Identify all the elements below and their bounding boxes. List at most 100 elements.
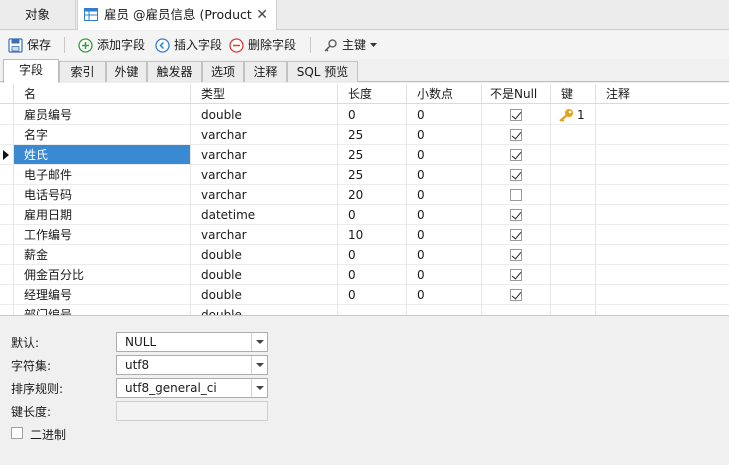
cell-type[interactable]: varchar <box>191 185 338 205</box>
cell-decimals[interactable]: 0 <box>407 165 482 185</box>
cell-decimals[interactable]: 0 <box>407 285 482 305</box>
chevron-down-icon[interactable] <box>251 379 267 397</box>
cell-length[interactable]: 0 <box>338 265 407 285</box>
cell-name[interactable]: 电话号码 <box>14 185 191 205</box>
column-header-key[interactable]: 键 <box>551 84 596 104</box>
cell-comment[interactable] <box>596 165 729 185</box>
cell-name[interactable]: 经理编号 <box>14 285 191 305</box>
save-button[interactable]: 保存 <box>8 35 51 55</box>
cell-name[interactable]: 部门编号 <box>14 305 191 315</box>
table-row[interactable]: 部门编号 double <box>0 305 729 315</box>
cell-length[interactable]: 25 <box>338 145 407 165</box>
cell-length[interactable]: 10 <box>338 225 407 245</box>
cell-comment[interactable] <box>596 285 729 305</box>
cell-decimals[interactable] <box>407 305 482 315</box>
cell-type[interactable]: varchar <box>191 225 338 245</box>
tab-fields[interactable]: 字段 <box>3 59 59 83</box>
cell-type[interactable]: double <box>191 105 338 125</box>
collation-combobox[interactable]: utf8_general_ci <box>116 378 268 398</box>
cell-key[interactable] <box>551 145 596 165</box>
binary-checkbox[interactable] <box>11 427 23 439</box>
cell-type[interactable]: double <box>191 265 338 285</box>
chevron-down-icon[interactable] <box>251 356 267 374</box>
cell-key[interactable] <box>551 285 596 305</box>
cell-decimals[interactable]: 0 <box>407 145 482 165</box>
column-header-length[interactable]: 长度 <box>338 84 407 104</box>
cell-comment[interactable] <box>596 245 729 265</box>
cell-comment[interactable] <box>596 305 729 315</box>
cell-comment[interactable] <box>596 205 729 225</box>
cell-decimals[interactable]: 0 <box>407 265 482 285</box>
cell-decimals[interactable]: 0 <box>407 125 482 145</box>
primary-key-button[interactable]: 主键 <box>323 35 378 55</box>
cell-comment[interactable] <box>596 225 729 245</box>
cell-type[interactable]: double <box>191 245 338 265</box>
cell-name[interactable]: 名字 <box>14 125 191 145</box>
not-null-checkbox[interactable] <box>510 229 522 241</box>
cell-key[interactable] <box>551 205 596 225</box>
cell-key[interactable] <box>551 125 596 145</box>
cell-name[interactable]: 姓氏 <box>14 145 191 165</box>
column-header-not-null[interactable]: 不是Null <box>482 84 551 104</box>
column-header-name[interactable]: 名 <box>14 84 191 104</box>
cell-decimals[interactable]: 0 <box>407 105 482 125</box>
add-field-button[interactable]: 添加字段 <box>78 35 145 55</box>
cell-decimals[interactable]: 0 <box>407 245 482 265</box>
tab-sql-preview[interactable]: SQL 预览 <box>287 61 358 82</box>
table-row[interactable]: 雇员编号 double 0 0 1 <box>0 105 729 125</box>
cell-key[interactable] <box>551 305 596 315</box>
cell-name[interactable]: 工作编号 <box>14 225 191 245</box>
table-row[interactable]: 经理编号 double 0 0 <box>0 285 729 305</box>
table-row[interactable]: 电话号码 varchar 20 0 <box>0 185 729 205</box>
cell-length[interactable]: 25 <box>338 125 407 145</box>
charset-combobox[interactable]: utf8 <box>116 355 268 375</box>
tab-indexes[interactable]: 索引 <box>59 61 106 82</box>
cell-decimals[interactable]: 0 <box>407 205 482 225</box>
cell-type[interactable]: varchar <box>191 165 338 185</box>
column-header-decimals[interactable]: 小数点 <box>407 84 482 104</box>
tab-triggers[interactable]: 触发器 <box>147 61 202 82</box>
cell-key[interactable] <box>551 245 596 265</box>
cell-comment[interactable] <box>596 185 729 205</box>
cell-length[interactable]: 20 <box>338 185 407 205</box>
table-row[interactable]: 工作编号 varchar 10 0 <box>0 225 729 245</box>
cell-length[interactable]: 0 <box>338 245 407 265</box>
cell-length[interactable]: 0 <box>338 205 407 225</box>
not-null-checkbox[interactable] <box>510 269 522 281</box>
not-null-checkbox[interactable] <box>510 189 522 201</box>
default-combobox[interactable]: NULL <box>116 332 268 352</box>
not-null-checkbox[interactable] <box>510 129 522 141</box>
table-row[interactable]: 雇用日期 datetime 0 0 <box>0 205 729 225</box>
cell-length[interactable]: 0 <box>338 285 407 305</box>
cell-type[interactable]: varchar <box>191 125 338 145</box>
not-null-checkbox[interactable] <box>510 249 522 261</box>
cell-key[interactable] <box>551 165 596 185</box>
cell-key[interactable] <box>551 225 596 245</box>
table-row[interactable]: 薪金 double 0 0 <box>0 245 729 265</box>
column-header-comment[interactable]: 注释 <box>596 84 729 104</box>
not-null-checkbox[interactable] <box>510 149 522 161</box>
table-row[interactable]: 电子邮件 varchar 25 0 <box>0 165 729 185</box>
tab-objects[interactable]: 对象 <box>0 0 76 30</box>
not-null-checkbox[interactable] <box>510 109 522 121</box>
table-row[interactable]: 佣金百分比 double 0 0 <box>0 265 729 285</box>
insert-field-button[interactable]: 插入字段 <box>155 35 222 55</box>
table-row[interactable]: 姓氏 varchar 25 0 <box>0 145 729 165</box>
cell-key[interactable] <box>551 185 596 205</box>
cell-type[interactable]: double <box>191 305 338 315</box>
tab-foreign-keys[interactable]: 外键 <box>106 61 147 82</box>
cell-name[interactable]: 电子邮件 <box>14 165 191 185</box>
cell-length[interactable]: 0 <box>338 105 407 125</box>
cell-name[interactable]: 雇用日期 <box>14 205 191 225</box>
not-null-checkbox[interactable] <box>510 209 522 221</box>
cell-decimals[interactable]: 0 <box>407 185 482 205</box>
close-icon[interactable]: ✕ <box>256 0 268 30</box>
cell-comment[interactable] <box>596 265 729 285</box>
tab-comment[interactable]: 注释 <box>244 61 287 82</box>
cell-type[interactable]: double <box>191 285 338 305</box>
cell-name[interactable]: 薪金 <box>14 245 191 265</box>
column-header-type[interactable]: 类型 <box>191 84 338 104</box>
cell-comment[interactable] <box>596 125 729 145</box>
cell-type[interactable]: datetime <box>191 205 338 225</box>
tab-options[interactable]: 选项 <box>202 61 244 82</box>
